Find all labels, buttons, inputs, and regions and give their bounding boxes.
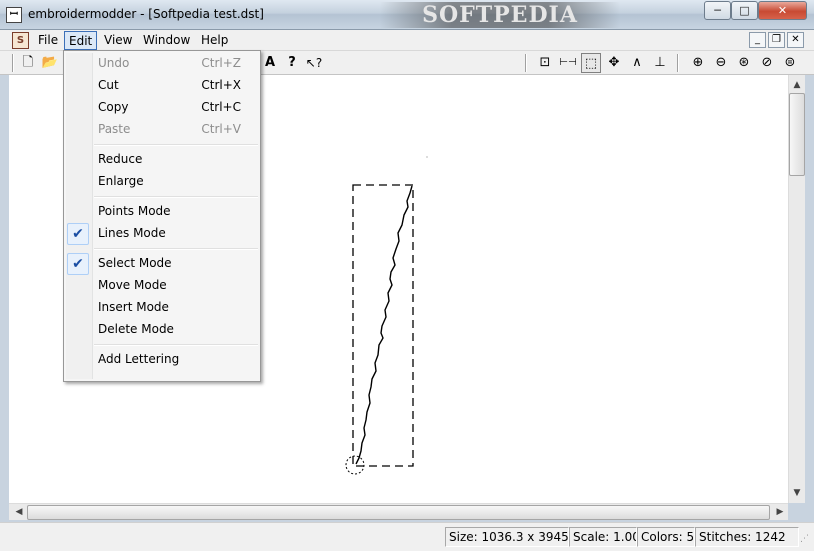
softpedia-watermark: SOFTPEDIA [380,2,620,28]
toolbar-separator [677,54,679,72]
minimize-button[interactable]: ─ [704,1,731,20]
menu-item-label: Paste [98,122,131,136]
title-bar: ꟷ embroidermodder - [Softpedia test.dst]… [0,0,814,30]
toolbar-separator [12,54,14,72]
stray-stitch [426,156,428,158]
menu-bar: S File Edit View Window Help _ ❐ ✕ [0,30,814,51]
vertical-scroll-thumb[interactable] [789,93,805,176]
menu-item-paste: Paste Ctrl+V [67,119,257,141]
menu-item-label: Lines Mode [98,226,166,240]
whats-this-icon[interactable]: ↖? [304,53,324,73]
menu-item-add-lettering[interactable]: Add Lettering [67,349,257,371]
zoom-extents-icon[interactable]: ⊛ [734,53,754,73]
menu-item-cut[interactable]: Cut Ctrl+X [67,75,257,97]
lettering-icon[interactable]: A [260,53,280,73]
menu-edit[interactable]: Edit [64,31,98,50]
horizontal-scrollbar[interactable]: ◀ ▶ [9,503,788,520]
status-stitches: Stitches: 1242 [695,527,799,547]
scroll-up-arrow-icon[interactable]: ▲ [789,77,805,93]
menu-help[interactable]: Help [197,31,232,50]
vertical-scrollbar[interactable]: ▲ ▼ [788,75,805,503]
scroll-down-arrow-icon[interactable]: ▼ [789,485,805,501]
zoom-window-icon[interactable]: ⊜ [780,53,800,73]
horizontal-scroll-thumb[interactable] [27,505,770,520]
app-icon[interactable]: ꟷ [6,7,22,23]
stitch-path [355,185,413,465]
status-scale: Scale: 1.00 x [569,527,637,547]
menu-item-label: Insert Mode [98,300,169,314]
menu-separator [94,248,258,250]
select-width-icon[interactable]: ⊢⊣ [558,53,578,73]
menu-item-insert-mode[interactable]: Insert Mode [67,297,257,319]
resize-grip-icon[interactable]: ⋰ [800,533,812,545]
toolbar-separator [525,54,527,72]
scroll-left-arrow-icon[interactable]: ◀ [11,504,27,520]
menu-file[interactable]: File [34,31,62,50]
status-bar: Size: 1036.3 x 3945.8 mm Scale: 1.00 x C… [0,522,814,551]
open-folder-icon[interactable]: 📂 [40,53,60,73]
menu-item-copy[interactable]: Copy Ctrl+C [67,97,257,119]
maximize-button[interactable]: □ [731,1,758,20]
select-point-icon[interactable]: ⊡ [535,53,555,73]
menu-item-shortcut: Ctrl+Z [201,56,241,70]
document-icon[interactable]: S [12,32,29,49]
help-icon[interactable]: ? [282,53,302,73]
window-title: embroidermodder - [Softpedia test.dst] [28,7,264,21]
menu-separator [94,144,258,146]
status-colors: Colors: 5 [637,527,695,547]
scroll-right-arrow-icon[interactable]: ▶ [772,504,788,520]
stitch-start-marker [345,455,365,475]
mdi-restore-button[interactable]: ❐ [768,32,785,48]
menu-item-shortcut: Ctrl+V [201,122,241,136]
menu-item-label: Cut [98,78,119,92]
menu-item-label: Undo [98,56,130,70]
menu-item-shortcut: Ctrl+X [201,78,241,92]
menu-item-undo: Undo Ctrl+Z [67,53,257,75]
zoom-out-icon[interactable]: ⊖ [711,53,731,73]
mdi-close-button[interactable]: ✕ [787,32,804,48]
status-size: Size: 1036.3 x 3945.8 mm [445,527,569,547]
menu-item-select-mode[interactable]: ✔ Select Mode [67,253,257,275]
close-button[interactable]: ✕ [758,1,807,20]
menu-item-shortcut: Ctrl+C [201,100,241,114]
menu-item-label: Points Mode [98,204,171,218]
menu-item-label: Move Mode [98,278,167,292]
new-file-icon[interactable]: 🗋 [18,53,38,73]
menu-item-lines-mode[interactable]: ✔ Lines Mode [67,223,257,245]
checkmark-icon: ✔ [67,253,89,275]
menu-item-enlarge[interactable]: Enlarge [67,171,257,193]
menu-view[interactable]: View [100,31,136,50]
edit-menu-dropdown: Undo Ctrl+Z Cut Ctrl+X Copy Ctrl+C Paste Ctrl+V… [63,50,261,382]
menu-item-label: Copy [98,100,129,114]
menu-window[interactable]: Window [139,31,194,50]
menu-separator [94,196,258,198]
mdi-minimize-button[interactable]: _ [749,32,766,48]
menu-item-label: Delete Mode [98,322,174,336]
menu-separator [94,344,258,346]
selection-box [352,184,414,467]
zoom-previous-icon[interactable]: ⊘ [757,53,777,73]
move-icon[interactable]: ✥ [604,53,624,73]
menu-item-reduce[interactable]: Reduce [67,149,257,171]
zoom-in-icon[interactable]: ⊕ [688,53,708,73]
menu-item-label: Add Lettering [98,352,180,366]
menu-item-points-mode[interactable]: Points Mode [67,201,257,223]
select-rect-icon[interactable]: ⬚ [581,53,601,73]
angle-icon[interactable]: ∧ [627,53,647,73]
menu-item-label: Reduce [98,152,143,166]
menu-item-label: Enlarge [98,174,144,188]
menu-item-move-mode[interactable]: Move Mode [67,275,257,297]
menu-item-label: Select Mode [98,256,172,270]
menu-item-delete-mode[interactable]: Delete Mode [67,319,257,341]
checkmark-icon: ✔ [67,223,89,245]
measure-icon[interactable]: ⊥ [650,53,670,73]
